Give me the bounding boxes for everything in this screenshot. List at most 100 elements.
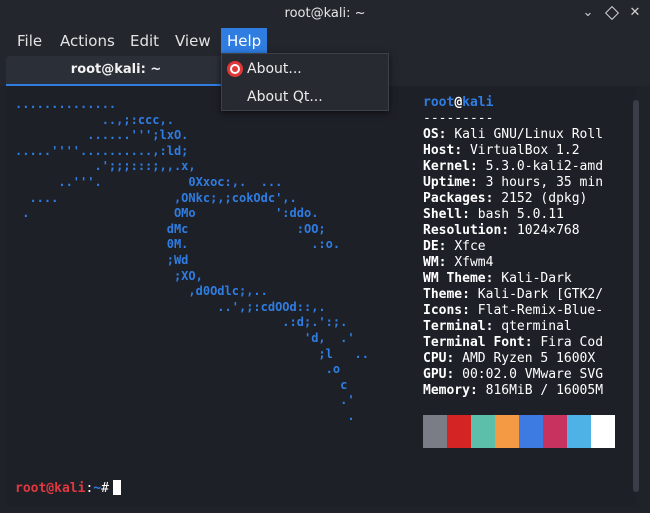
- help-menu-dropdown: About... About Qt...: [221, 53, 389, 111]
- neofetch-value: 1024×768: [516, 223, 580, 238]
- menu-item-about-label: About...: [247, 61, 302, 77]
- neofetch-key: Memory: [423, 383, 470, 398]
- neofetch-value: AMD Ryzen 5 1600X: [462, 351, 596, 366]
- logo-line: ..,;:ccc,.: [15, 112, 174, 127]
- neofetch-user: root: [423, 95, 455, 110]
- neofetch-row: Packages: 2152 (dpkg): [423, 191, 587, 206]
- neofetch-row: Shell: bash 5.0.11: [423, 207, 564, 222]
- neofetch-colon: :: [469, 159, 486, 174]
- neofetch-value: bash 5.0.11: [477, 207, 564, 222]
- logo-line: .:d;.':;.: [15, 315, 348, 330]
- neofetch-host: kali: [462, 95, 494, 110]
- neofetch-value: Kali-Dark: [501, 271, 572, 286]
- neofetch-row: CPU: AMD Ryzen 5 1600X: [423, 351, 595, 366]
- window-title: root@kali: ~: [284, 6, 366, 21]
- neofetch-value: Fira Cod: [540, 335, 604, 350]
- menu-actions[interactable]: Actions: [54, 28, 121, 54]
- logo-line: ..............: [15, 97, 117, 111]
- close-icon[interactable]: ✕: [627, 5, 643, 21]
- neofetch-key: WM Theme: [423, 271, 486, 286]
- menu-view[interactable]: View: [169, 28, 217, 54]
- neofetch-row: OS: Kali GNU/Linux Roll: [423, 127, 603, 142]
- minimize-icon[interactable]: ⌄: [580, 5, 596, 21]
- neofetch-row: Uptime: 3 hours, 35 min: [423, 175, 603, 190]
- prompt-path: ~: [93, 481, 102, 496]
- neofetch-key: Packages: [423, 191, 486, 206]
- prompt-symbol: #: [101, 481, 109, 496]
- logo-line: ;Wd: [15, 253, 189, 267]
- neofetch-colon: :: [469, 383, 486, 398]
- neofetch-row: Resolution: 1024×768: [423, 223, 580, 238]
- shell-prompt: root@kali:~#: [15, 480, 121, 496]
- neofetch-row: Memory: 816MiB / 16005M: [423, 383, 603, 398]
- menu-bar: File Actions Edit View Help: [0, 28, 650, 54]
- neofetch-row: Host: VirtualBox 1.2: [423, 143, 580, 158]
- logo-line: . OMo ':ddo.: [15, 206, 319, 221]
- color-swatch: [495, 415, 519, 448]
- neofetch-value: VirtualBox 1.2: [469, 143, 580, 158]
- logo-line: .o: [15, 362, 341, 377]
- menu-help[interactable]: Help: [221, 28, 268, 54]
- neofetch-colon: :: [454, 143, 470, 158]
- neofetch-key: Terminal: [423, 319, 486, 334]
- color-swatch: [567, 415, 591, 448]
- logo-line: ;l ..: [15, 346, 370, 361]
- neofetch-value: 00:02.0 VMware SVG: [462, 367, 604, 382]
- neofetch-colon: :: [485, 191, 502, 206]
- tab-label: root@kali: ~: [70, 62, 162, 77]
- neofetch-key: OS: [423, 127, 439, 142]
- neofetch-row: Terminal: qterminal: [423, 319, 572, 334]
- neofetch-key: Terminal Font: [423, 335, 525, 350]
- neofetch-key: Shell: [423, 207, 463, 222]
- color-swatch: [423, 415, 447, 448]
- menu-item-about[interactable]: About...: [222, 56, 388, 82]
- color-swatch: [543, 415, 567, 448]
- neofetch-key: Icons: [423, 303, 463, 318]
- neofetch-value: Xfwm4: [454, 255, 494, 270]
- neofetch-colon: :: [462, 287, 478, 302]
- neofetch-key: Theme: [423, 287, 463, 302]
- tab-terminal[interactable]: root@kali: ~: [6, 56, 226, 84]
- logo-line: .... ,ONkc;,;cokOdc',.: [15, 190, 297, 205]
- neofetch-key: CPU: [423, 351, 447, 366]
- neofetch-row: WM Theme: Kali-Dark: [423, 271, 572, 286]
- neofetch-key: GPU: [423, 367, 447, 382]
- menu-file[interactable]: File: [11, 28, 48, 54]
- maximize-icon[interactable]: [604, 5, 620, 21]
- neofetch-value: 3 hours, 35 min: [485, 175, 604, 190]
- neofetch-value: 2152 (dpkg): [501, 191, 588, 206]
- neofetch-row: GPU: 00:02.0 VMware SVG: [423, 367, 603, 382]
- text-cursor: [112, 480, 121, 495]
- prompt-user: root@kali: [15, 481, 86, 496]
- color-swatch: [447, 415, 471, 448]
- logo-line: ..'''. 0Xxoc:,. ...: [15, 175, 283, 189]
- menu-item-about-qt-label: About Qt...: [247, 89, 323, 105]
- color-swatch: [519, 415, 543, 448]
- neofetch-key: Host: [423, 143, 455, 158]
- neofetch-row: Kernel: 5.3.0-kali2-amd: [423, 159, 603, 174]
- terminal-scrollbar[interactable]: [633, 100, 639, 492]
- neofetch-user-host: root@kali: [423, 95, 493, 110]
- neofetch-row: Theme: Kali-Dark [GTK2/: [423, 287, 603, 302]
- logo-line: dMc :OO;: [15, 221, 326, 236]
- neofetch-value: 816MiB / 16005M: [485, 383, 604, 398]
- neofetch-colon: :: [438, 255, 455, 270]
- neofetch-row: DE: Xfce: [423, 239, 486, 254]
- logo-line: .': [15, 393, 355, 408]
- logo-line: 0M. .:o.: [15, 237, 341, 252]
- neofetch-colon: :: [485, 319, 502, 334]
- neofetch-colon: :: [446, 351, 463, 366]
- logo-line: c: [15, 377, 348, 392]
- neofetch-colon: :: [501, 223, 517, 238]
- logo-line: .';;;:::;,,.x,: [15, 159, 196, 174]
- neofetch-value: Kali GNU/Linux Roll: [454, 127, 604, 142]
- color-palette: [423, 415, 615, 448]
- neofetch-key: Kernel: [423, 159, 470, 174]
- menu-item-about-qt[interactable]: About Qt...: [222, 84, 388, 110]
- neofetch-separator: ---------: [423, 111, 494, 126]
- neofetch-colon: :: [462, 207, 478, 222]
- color-swatch: [471, 415, 495, 448]
- neofetch-row: Terminal Font: Fira Cod: [423, 335, 603, 350]
- menu-edit[interactable]: Edit: [124, 28, 165, 54]
- neofetch-value: 5.3.0-kali2-amd: [485, 159, 604, 174]
